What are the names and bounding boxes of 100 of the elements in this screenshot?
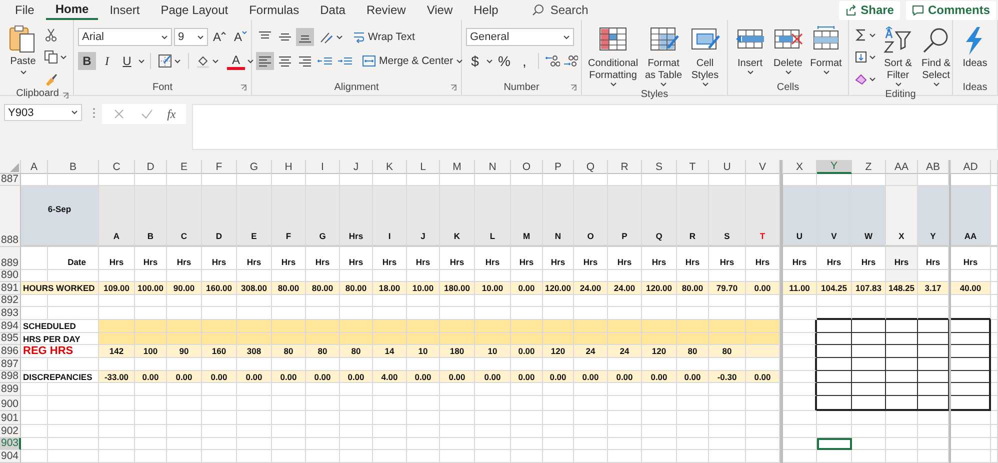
empty-cell <box>135 396 167 411</box>
share-button[interactable]: Share <box>838 0 900 20</box>
delete-button[interactable]: Delete <box>770 24 806 77</box>
column-header[interactable]: G <box>237 160 272 174</box>
row-header[interactable]: 893 <box>0 307 21 320</box>
font-name-dropdown[interactable]: Arial <box>78 28 172 46</box>
empty-cell <box>340 411 373 425</box>
conditional-formatting-button[interactable]: Conditional Formatting <box>586 24 640 89</box>
menu-tab[interactable]: Insert <box>100 0 149 20</box>
ideas-button[interactable]: Ideas <box>957 24 993 70</box>
column-header[interactable]: O <box>511 160 543 174</box>
menu-tab[interactable]: View <box>418 0 462 20</box>
row-header[interactable]: 889 <box>0 247 21 270</box>
caret-icon <box>563 34 570 40</box>
row-header[interactable]: 896 <box>0 345 21 358</box>
caret-icon <box>869 76 876 82</box>
menu-tab[interactable]: Review <box>357 0 415 20</box>
format-table-button[interactable]: Format as Table <box>642 24 685 89</box>
column-header[interactable]: AB <box>918 160 949 174</box>
row-header[interactable]: 898 <box>0 371 21 383</box>
grow-font-button[interactable]: A <box>210 28 230 46</box>
column-header[interactable]: H <box>272 160 306 174</box>
insert-function-button[interactable]: fx <box>167 106 176 122</box>
row-header[interactable]: 894 <box>0 320 21 333</box>
row-header[interactable]: 897 <box>0 358 21 371</box>
copy-button[interactable] <box>42 48 69 66</box>
column-header[interactable]: AD <box>951 160 991 174</box>
row-header[interactable]: 890 <box>0 270 21 282</box>
insert-button[interactable]: Insert <box>732 24 768 77</box>
align-bottom-button[interactable] <box>296 28 314 46</box>
number-format-dropdown[interactable]: General <box>466 28 574 46</box>
underline-button[interactable]: U <box>118 52 136 70</box>
find-select-button[interactable]: Find & Select <box>918 24 954 89</box>
comments-button[interactable]: Comments <box>906 0 996 20</box>
column-header[interactable]: P <box>543 160 574 174</box>
italic-button[interactable]: I <box>98 52 116 70</box>
empty-cell <box>407 411 440 425</box>
wrap-text-button[interactable]: Wrap Text <box>351 28 417 46</box>
currency-button[interactable]: $ <box>466 52 484 70</box>
column-header[interactable]: Z <box>852 160 886 174</box>
column-header[interactable]: K <box>373 160 407 174</box>
borders-button[interactable] <box>156 52 183 70</box>
empty-cell <box>817 345 852 358</box>
column-header[interactable]: Y <box>817 160 852 174</box>
empty-cell <box>543 295 574 307</box>
column-header[interactable]: J <box>340 160 373 174</box>
merge-center-button[interactable]: Merge & Center <box>360 52 466 70</box>
row-header[interactable]: 901 <box>0 411 21 425</box>
sort-filter-button[interactable]: Sort & Filter <box>880 24 916 89</box>
column-header[interactable]: V <box>746 160 780 174</box>
empty-cell <box>135 450 167 463</box>
column-header[interactable]: N <box>475 160 511 174</box>
empty-cell <box>783 358 817 371</box>
row-header[interactable]: 899 <box>0 383 21 396</box>
row-header[interactable]: 902 <box>0 425 21 438</box>
format-button[interactable]: Format <box>808 24 844 77</box>
row-header[interactable]: 903 <box>0 438 21 450</box>
column-header[interactable]: A <box>21 160 48 174</box>
comma-style-button[interactable]: , <box>515 52 534 70</box>
menu-tab[interactable]: File <box>6 0 44 20</box>
column-header[interactable]: X <box>783 160 817 174</box>
shrink-font-button[interactable]: A <box>231 28 250 46</box>
column-header[interactable]: R <box>608 160 642 174</box>
column-header[interactable]: C <box>99 160 135 174</box>
formula-field[interactable] <box>192 104 998 150</box>
font-color-button[interactable]: A <box>227 52 245 70</box>
row-header[interactable]: 887 <box>0 174 21 186</box>
menu-tab[interactable]: Data <box>311 0 354 20</box>
cell-styles-button[interactable]: Cell Styles <box>687 24 723 89</box>
font-size-dropdown[interactable]: 9 <box>174 28 208 46</box>
column-header[interactable]: S <box>642 160 677 174</box>
bold-button[interactable]: B <box>78 52 96 70</box>
row-header[interactable]: 891 <box>0 282 21 295</box>
row-header[interactable]: 895 <box>0 333 21 345</box>
align-left-button[interactable] <box>256 52 274 70</box>
empty-cell <box>340 396 373 411</box>
column-header[interactable]: M <box>440 160 475 174</box>
row-header[interactable]: 904 <box>0 450 21 463</box>
name-box[interactable]: Y903 <box>4 104 82 121</box>
row-header[interactable]: 888 <box>0 186 21 247</box>
paste-button[interactable]: Paste <box>6 24 40 77</box>
menu-tab[interactable]: Formulas <box>240 0 308 20</box>
column-header[interactable]: Q <box>574 160 608 174</box>
column-header[interactable]: B <box>48 160 99 174</box>
column-header[interactable]: E <box>167 160 202 174</box>
column-header[interactable]: U <box>709 160 746 174</box>
column-header[interactable]: F <box>202 160 237 174</box>
row-header[interactable]: 900 <box>0 396 21 411</box>
menu-tab[interactable]: Help <box>464 0 508 20</box>
column-header[interactable]: T <box>677 160 709 174</box>
column-header[interactable]: D <box>135 160 167 174</box>
table-cell: 104.25 <box>817 282 852 295</box>
row-header[interactable]: 892 <box>0 295 21 307</box>
column-header[interactable]: L <box>407 160 440 174</box>
table-cell: 10 <box>475 345 511 358</box>
column-header[interactable]: I <box>306 160 340 174</box>
search-field[interactable]: Search <box>528 1 592 19</box>
menu-tab[interactable]: Page Layout <box>152 0 238 20</box>
percent-button[interactable]: % <box>495 52 514 70</box>
column-header[interactable]: AA <box>886 160 918 174</box>
